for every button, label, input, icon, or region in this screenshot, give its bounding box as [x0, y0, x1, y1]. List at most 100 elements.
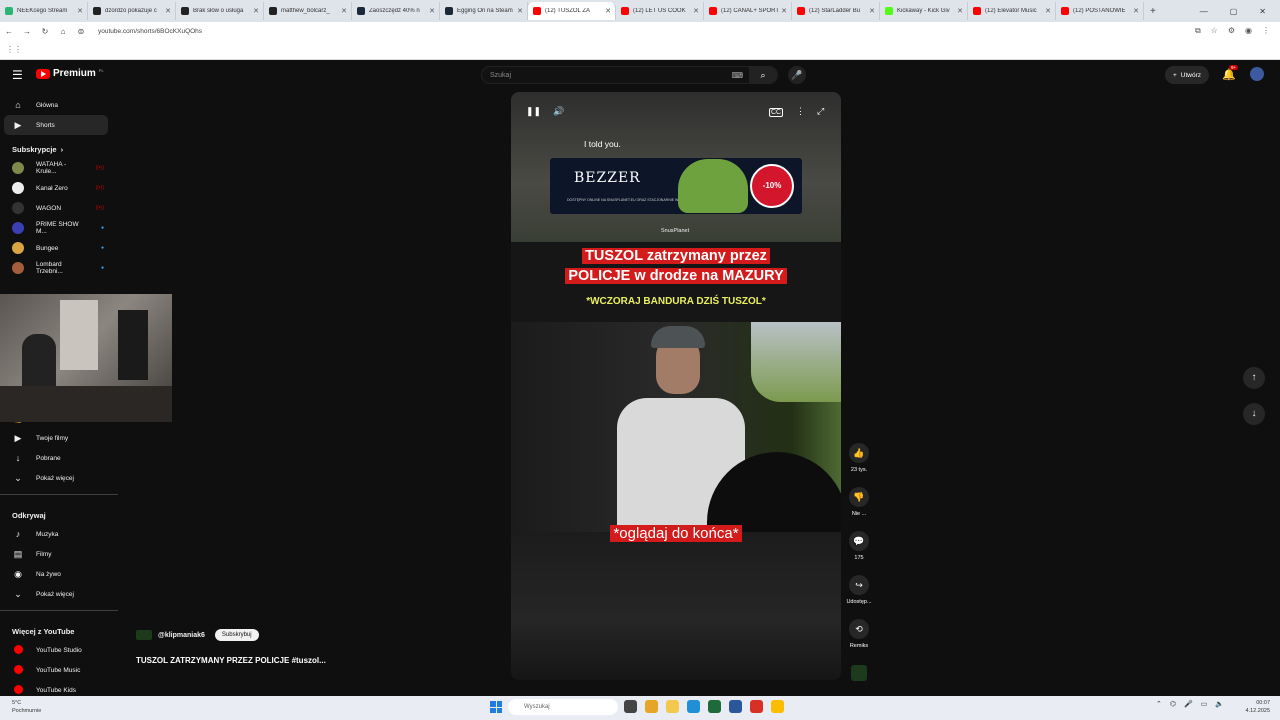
- youtube-premium-logo[interactable]: Premium PL: [36, 68, 104, 79]
- fullscreen-icon[interactable]: ⤢: [817, 106, 824, 117]
- tab-close-icon[interactable]: ✕: [781, 7, 787, 15]
- subscription-item[interactable]: WATAHA - Krule... ((•)): [0, 158, 118, 178]
- explore-item-3[interactable]: ⌄ Pokaż więcej: [0, 584, 118, 604]
- browser-tab[interactable]: Brak słów o usługa ✕: [176, 2, 264, 20]
- home-icon[interactable]: ⌂: [54, 27, 72, 36]
- back-icon[interactable]: ←: [0, 27, 18, 36]
- bookmark-star-icon[interactable]: ☆: [1211, 26, 1218, 36]
- subscription-item[interactable]: Kanał Zero ((•)): [0, 178, 118, 198]
- browser-tab[interactable]: (12) Elevator Music ✕: [968, 2, 1056, 20]
- explore-item-0[interactable]: ♪ Muzyka: [0, 524, 118, 544]
- maximize-icon[interactable]: ▢: [1230, 7, 1238, 16]
- taskbar-app-icon[interactable]: [771, 700, 784, 713]
- like-button[interactable]: 👍 23 tys.: [843, 443, 875, 487]
- tab-close-icon[interactable]: ✕: [1133, 7, 1139, 15]
- forward-icon[interactable]: →: [18, 27, 36, 36]
- extensions-icon[interactable]: ⚙: [1228, 26, 1235, 36]
- voice-search-icon[interactable]: 🎤: [788, 66, 806, 84]
- tab-close-icon[interactable]: ✕: [429, 7, 435, 15]
- tab-close-icon[interactable]: ✕: [517, 7, 523, 15]
- channel-thumbnail[interactable]: [851, 665, 867, 681]
- explore-item-2[interactable]: ◉ Na żywo: [0, 564, 118, 584]
- browser-tab[interactable]: (12) StarLadder Bu ✕: [792, 2, 880, 20]
- dislike-button[interactable]: 👎 Nie ...: [843, 487, 875, 531]
- tab-close-icon[interactable]: ✕: [693, 7, 699, 15]
- hamburger-menu-icon[interactable]: ☰: [12, 68, 23, 82]
- mic-tray-icon[interactable]: 🎤: [1184, 700, 1193, 708]
- taskbar-app-icon[interactable]: [645, 700, 658, 713]
- explore-heading[interactable]: Odkrywaj: [0, 501, 118, 524]
- network-icon[interactable]: ⌬: [1170, 700, 1176, 708]
- tab-close-icon[interactable]: ✕: [253, 7, 259, 15]
- more-options-icon[interactable]: ⋮: [796, 106, 805, 117]
- volume-icon[interactable]: 🔊: [553, 106, 564, 117]
- taskbar-app-icon[interactable]: [708, 700, 721, 713]
- tab-close-icon[interactable]: ✕: [957, 7, 963, 15]
- tab-close-icon[interactable]: ✕: [605, 7, 611, 15]
- remix-button[interactable]: ⟲ Remiks: [843, 619, 875, 663]
- subscription-item[interactable]: Lombard Trzebni... ●: [0, 258, 118, 278]
- browser-tab[interactable]: (12) CANAL+ SPORT ✕: [704, 2, 792, 20]
- subscription-item[interactable]: WAGON ((•)): [0, 198, 118, 218]
- more-from-youtube-heading[interactable]: Więcej z YouTube: [0, 617, 118, 640]
- browser-tab[interactable]: Kickaway - Kick Giv ✕: [880, 2, 968, 20]
- browser-tab[interactable]: Zaoszczędź 40% n ✕: [352, 2, 440, 20]
- browser-tab[interactable]: (12) LET US COOK ✕: [616, 2, 704, 20]
- video-title[interactable]: TUSZOL ZATRZYMANY PRZEZ POLICJE #tuszol.…: [136, 656, 326, 665]
- notifications-bell-icon[interactable]: 🔔 9+: [1222, 65, 1239, 81]
- apps-grid-icon[interactable]: ⋮⋮: [6, 45, 22, 54]
- more-item-0[interactable]: YouTube Studio: [0, 640, 118, 660]
- taskbar-app-icon[interactable]: [687, 700, 700, 713]
- browser-tab[interactable]: Egging On na Steam ✕: [440, 2, 528, 20]
- captions-icon[interactable]: CC: [769, 108, 784, 117]
- share-button[interactable]: ↪ Udostęp...: [843, 575, 875, 619]
- tab-close-icon[interactable]: ✕: [165, 7, 171, 15]
- subscribe-button[interactable]: Subskrybuj: [214, 629, 259, 641]
- site-info-icon[interactable]: ⊜: [72, 27, 90, 36]
- browser-tab[interactable]: (12) POSTANOWIE ✕: [1056, 2, 1144, 20]
- taskbar-app-icon[interactable]: [624, 700, 637, 713]
- minimize-icon[interactable]: —: [1200, 7, 1208, 16]
- browser-tab[interactable]: dzordzo pokazuje c ✕: [88, 2, 176, 20]
- tab-close-icon[interactable]: ✕: [869, 7, 875, 15]
- subscription-item[interactable]: PRIME SHOW M... ●: [0, 218, 118, 238]
- speaker-tray-icon[interactable]: 🔈: [1215, 700, 1224, 708]
- explore-item-1[interactable]: ▤ Filmy: [0, 544, 118, 564]
- subscription-item[interactable]: Bungee ●: [0, 238, 118, 258]
- search-button[interactable]: ⌕: [749, 67, 777, 83]
- comments-button[interactable]: 💬 175: [843, 531, 875, 575]
- browser-tab[interactable]: (12) TUSZOL ZA ✕: [528, 2, 616, 20]
- subscriptions-heading[interactable]: Subskrypcje ›: [0, 135, 118, 158]
- tray-chevron-icon[interactable]: ⌃: [1156, 700, 1162, 708]
- channel-handle[interactable]: @klipmaniak6: [158, 632, 205, 639]
- new-tab-icon[interactable]: +: [1144, 6, 1162, 17]
- pause-icon[interactable]: ❚❚: [526, 106, 541, 117]
- channel-avatar[interactable]: [136, 630, 152, 640]
- next-short-arrow-icon[interactable]: ↓: [1243, 403, 1265, 425]
- search-input[interactable]: Szukaj: [490, 72, 511, 79]
- you-item-1[interactable]: ▶ Twoje filmy: [0, 428, 118, 448]
- profile-icon[interactable]: ◉: [1245, 26, 1252, 36]
- tab-close-icon[interactable]: ✕: [77, 7, 83, 15]
- shorts-player[interactable]: ❚❚ 🔊 CC ⋮ ⤢ I told you. BEZZER DOSTĘPNY …: [511, 92, 841, 680]
- create-button[interactable]: + Utwórz: [1165, 66, 1210, 84]
- keyboard-icon[interactable]: ⌨: [731, 71, 743, 80]
- tab-close-icon[interactable]: ✕: [1045, 7, 1051, 15]
- url-field[interactable]: youtube.com/shorts/6BOcKXuQOhs: [98, 28, 202, 35]
- browser-tab[interactable]: matthew_bolcarz_ ✕: [264, 2, 352, 20]
- sidebar-item-0[interactable]: ⌂ Główna: [0, 95, 118, 115]
- more-item-1[interactable]: YouTube Music: [0, 660, 118, 680]
- install-icon[interactable]: ⧉: [1195, 26, 1201, 36]
- previous-short-arrow-icon[interactable]: ↑: [1243, 367, 1265, 389]
- you-item-3[interactable]: ⌄ Pokaż więcej: [0, 468, 118, 488]
- taskbar-app-icon[interactable]: [666, 700, 679, 713]
- close-window-icon[interactable]: ✕: [1259, 7, 1266, 16]
- taskbar-app-icon[interactable]: [729, 700, 742, 713]
- taskbar-app-icon[interactable]: [750, 700, 763, 713]
- windows-start-icon[interactable]: [490, 701, 502, 713]
- tab-close-icon[interactable]: ✕: [341, 7, 347, 15]
- browser-tab[interactable]: NEEKcego Stream ✕: [0, 2, 88, 20]
- monitor-tray-icon[interactable]: ▭: [1201, 700, 1208, 708]
- weather-widget[interactable]: 5°C Pochmurnie: [12, 699, 41, 715]
- browser-menu-icon[interactable]: ⋮: [1262, 26, 1270, 36]
